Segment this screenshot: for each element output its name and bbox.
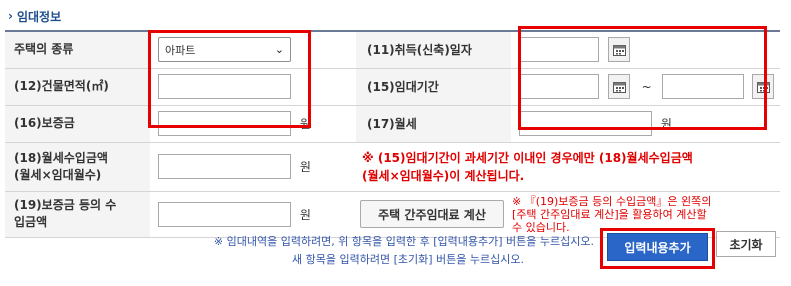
rent-income-note-line1: ※ (15)임대기간이 과세기간 이내인 경우에만 (18)월세수입금액 (362, 150, 693, 165)
deemed-rent-calc-button[interactable]: 주택 간주임대료 계산 (360, 200, 504, 228)
chevron-down-icon: ⌄ (274, 43, 284, 57)
calendar-icon[interactable] (607, 37, 630, 63)
footer-note-line1: ※ 임대내역을 입력하려면, 위 항목을 입력한 후 [입력내용추가] 버튼을 … (213, 235, 594, 248)
deposit-unit: 원 (299, 117, 311, 131)
deposit-income-input[interactable] (158, 201, 291, 227)
monthly-rent-unit: 원 (660, 117, 672, 131)
section-title-text: 임대정보 (16, 9, 62, 24)
deposit-income-label-line2: 입금액 (14, 215, 48, 229)
rent-income-note-line2: (월세×임대월수)이 계산됩니다. (362, 168, 525, 183)
period-separator: ~ (641, 79, 652, 94)
deposit-income-note-line2: [주택 간주임대료 계산]을 활용하여 계산할 (512, 207, 707, 221)
monthly-rent-label: (17)월세 (356, 105, 511, 143)
calendar-icon[interactable] (607, 74, 630, 99)
building-area-label: (12)건물면적(㎡) (5, 68, 150, 106)
acquire-date-input[interactable] (519, 37, 599, 63)
rent-income-label: (18)월세수입금액 (월세×임대월수) (5, 142, 150, 192)
deposit-income-note-line3: 수 있습니다. (512, 220, 570, 234)
rent-income-note: ※ (15)임대기간이 과세기간 이내인 경우에만 (18)월세수입금액 (월세… (356, 142, 780, 192)
add-entry-button[interactable]: 입력내용추가 (607, 233, 708, 261)
house-type-select[interactable]: 아파트 ⌄ (158, 37, 291, 63)
rent-income-label-line2: (월세×임대월수) (14, 167, 102, 182)
lease-end-input[interactable] (661, 74, 744, 99)
lease-info-form: 주택의 종류 아파트 ⌄ (11)취득(신축)일자 (12)건물면적(㎡) (1… (5, 30, 780, 238)
deposit-income-note: ※ 『(19)보증금 등의 수입금액』은 왼쪽의 [주택 간주임대료 계산]을 … (512, 195, 711, 234)
deposit-income-unit: 원 (299, 207, 311, 222)
chevron-right-icon: › (8, 9, 13, 23)
deposit-income-note-line1: ※ 『(19)보증금 등의 수입금액』은 왼쪽의 (512, 194, 712, 208)
rent-income-label-line1: (18)월세수입금액 (14, 150, 108, 165)
house-type-label: 주택의 종류 (5, 31, 150, 69)
house-type-selected: 아파트 (165, 43, 196, 57)
deposit-income-label: (19)보증금 등의 수 입금액 (5, 191, 150, 238)
monthly-rent-input[interactable] (519, 111, 652, 136)
deposit-input[interactable] (158, 111, 291, 136)
reset-button[interactable]: 초기화 (716, 231, 776, 257)
section-title: › 임대정보 (8, 6, 61, 26)
deposit-income-label-line1: (19)보증금 등의 수 (14, 198, 117, 212)
rent-income-unit: 원 (299, 160, 311, 174)
deposit-label: (16)보증금 (5, 105, 150, 143)
rent-income-input[interactable] (158, 154, 291, 179)
lease-start-input[interactable] (519, 74, 599, 99)
calendar-icon[interactable] (752, 74, 775, 99)
acquire-date-label: (11)취득(신축)일자 (356, 31, 511, 69)
lease-period-label: (15)임대기간 (356, 68, 511, 106)
building-area-input[interactable] (158, 74, 291, 99)
footer-note-line2: 새 항목을 입력하려면 [초기화] 버튼을 누르십시오. (292, 253, 524, 266)
footer-note: ※ 임대내역을 입력하려면, 위 항목을 입력한 후 [입력내용추가] 버튼을 … (214, 233, 594, 269)
